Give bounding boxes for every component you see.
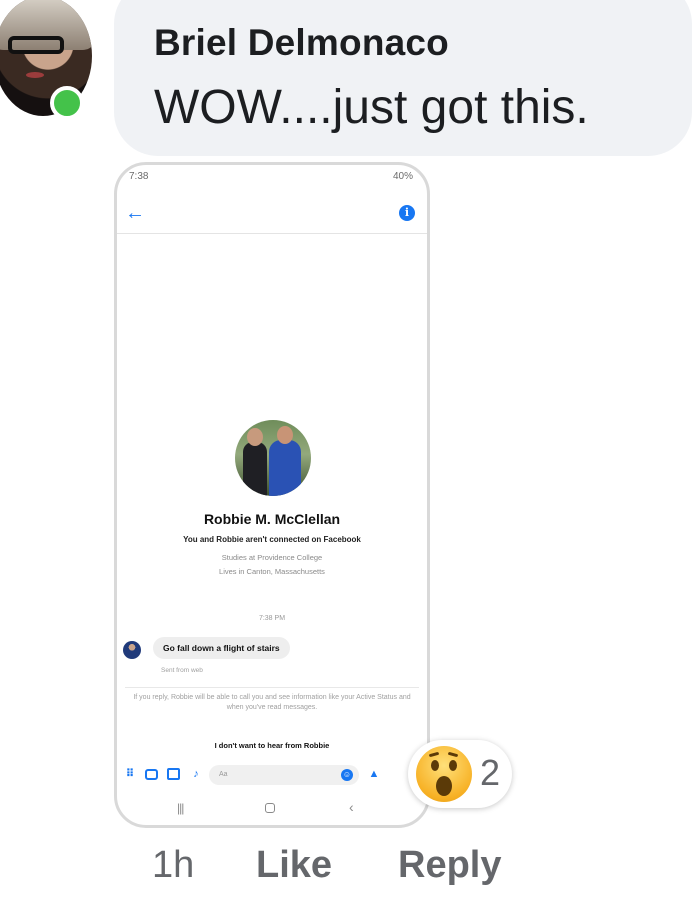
comment-author[interactable]: Briel Delmonaco bbox=[154, 22, 449, 64]
attached-screenshot[interactable]: 7:38 40% ← i Robbie M. McClellan You and… bbox=[114, 162, 430, 828]
emoji-icon: ☺ bbox=[341, 769, 353, 781]
home-icon bbox=[265, 803, 275, 813]
photo-person-right bbox=[269, 426, 301, 496]
message-input: Aa bbox=[209, 765, 359, 785]
wow-emoji-icon bbox=[416, 746, 472, 802]
wow-brow-left bbox=[428, 751, 440, 758]
profile-photo bbox=[235, 420, 311, 496]
reaction-count: 2 bbox=[480, 752, 501, 793]
avatar-lips bbox=[26, 72, 44, 78]
reply-button[interactable]: Reply bbox=[398, 844, 501, 887]
reply-divider bbox=[125, 687, 419, 688]
header-divider bbox=[117, 233, 427, 234]
thumbs-up-icon: ▲ bbox=[368, 768, 380, 780]
profile-lives: Lives in Canton, Massachusetts bbox=[219, 567, 325, 576]
status-bar-time: 7:38 bbox=[129, 171, 149, 182]
comment-text: WOW....just got this. bbox=[154, 81, 589, 134]
apps-icon: ⠿ bbox=[125, 768, 135, 780]
online-status-icon bbox=[50, 86, 84, 120]
profile-name: Robbie M. McClellan bbox=[203, 511, 341, 527]
gallery-icon bbox=[167, 768, 180, 780]
message-bubble: Go fall down a flight of stairs bbox=[153, 637, 290, 659]
nav-back-icon: ‹ bbox=[349, 799, 354, 815]
comment-time[interactable]: 1h bbox=[152, 844, 194, 887]
info-icon: i bbox=[399, 205, 415, 221]
like-button[interactable]: Like bbox=[256, 844, 332, 887]
wow-eye-left bbox=[431, 760, 439, 771]
wow-mouth bbox=[436, 776, 452, 796]
reply-notice: If you reply, Robbie will be able to cal… bbox=[133, 694, 411, 711]
sender-avatar bbox=[123, 641, 141, 659]
reaction-summary[interactable]: 2 bbox=[408, 740, 512, 808]
connection-status: You and Robbie aren't connected on Faceb… bbox=[183, 535, 361, 544]
back-arrow-icon: ← bbox=[125, 202, 145, 224]
avatar-glasses bbox=[8, 36, 64, 54]
wow-brow-right bbox=[447, 751, 459, 758]
microphone-icon: ♪ bbox=[193, 768, 199, 780]
message-timestamp: 7:38 PM bbox=[258, 615, 286, 622]
profile-studies: Studies at Providence College bbox=[221, 553, 323, 562]
dont-want-link: I don't want to hear from Robbie bbox=[214, 741, 330, 750]
sent-from-label: Sent from web bbox=[161, 667, 203, 674]
recents-icon: ||| bbox=[177, 801, 184, 815]
photo-person-left bbox=[243, 428, 267, 496]
message-composer: ⠿ ♪ Aa ☺ ▲ bbox=[117, 763, 427, 787]
status-bar-battery: 40% bbox=[392, 171, 413, 182]
wow-eye-right bbox=[449, 760, 457, 771]
camera-icon bbox=[145, 769, 158, 780]
android-nav-bar: ||| ‹ bbox=[117, 799, 427, 821]
